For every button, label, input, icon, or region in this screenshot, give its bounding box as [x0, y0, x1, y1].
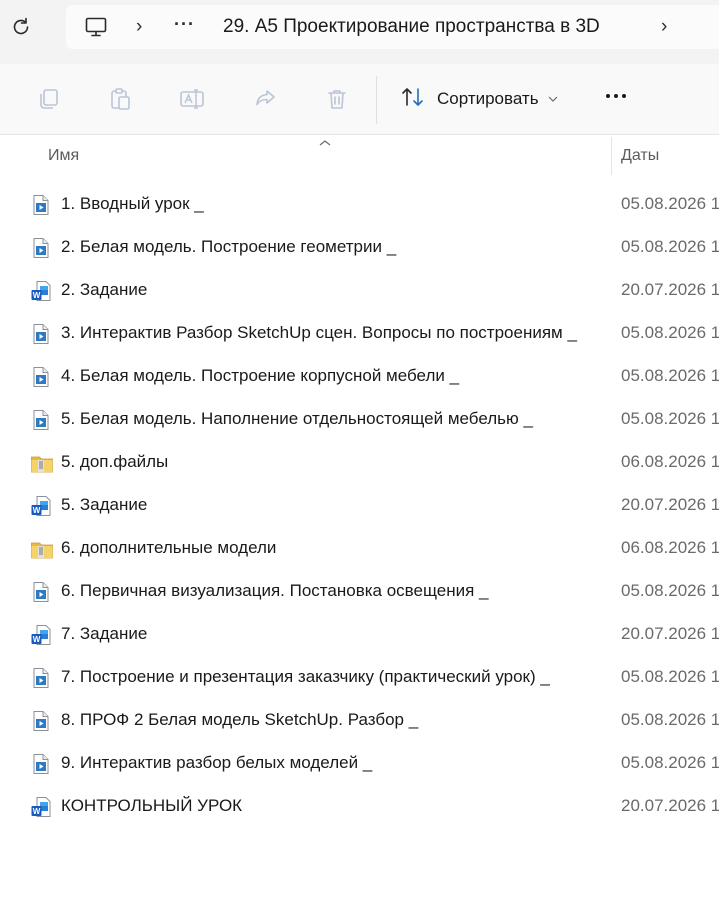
address-bar-area: › ··· 29. А5 Проектирование пространства… [0, 0, 719, 64]
more-options-icon[interactable] [606, 94, 626, 98]
address-bar[interactable]: › ··· 29. А5 Проектирование пространства… [66, 5, 719, 49]
file-name: 3. Интерактив Разбор SketchUp сцен. Вопр… [61, 323, 577, 342]
file-row[interactable]: 5. доп.файлы 06.08.2026 1 [0, 441, 719, 484]
sort-button-label: Сортировать [437, 89, 539, 108]
column-header-row: Имя Даты [0, 135, 719, 177]
file-date: 20.07.2026 1 [621, 495, 719, 514]
word-document-icon: W [30, 796, 52, 818]
sort-arrows-icon [400, 85, 426, 114]
file-name: КОНТРОЛЬНЫЙ УРОК [61, 796, 243, 815]
file-date: 05.08.2026 1 [621, 409, 719, 428]
file-row[interactable]: 8. ПРОФ 2 Белая модель SketchUp. Разбор … [0, 699, 719, 742]
zip-folder-icon [30, 452, 53, 474]
delete-icon[interactable] [324, 86, 350, 112]
video-file-icon [30, 194, 52, 216]
file-date: 06.08.2026 1 [621, 538, 719, 557]
file-name: 5. Задание [61, 495, 148, 514]
column-header-date[interactable]: Даты [621, 147, 659, 165]
video-file-icon [30, 409, 52, 431]
paste-icon[interactable] [107, 86, 133, 112]
file-date: 05.08.2026 1 [621, 366, 719, 385]
file-name: 4. Белая модель. Построение корпусной ме… [61, 366, 460, 385]
column-header-name[interactable]: Имя [48, 147, 79, 165]
video-file-icon [30, 753, 52, 775]
video-file-icon [30, 366, 52, 388]
file-name: 6. дополнительные модели [61, 538, 277, 557]
command-bar: Сортировать [0, 64, 719, 135]
file-date: 20.07.2026 1 [621, 796, 719, 815]
svg-text:W: W [33, 506, 41, 515]
word-document-icon: W [30, 280, 52, 302]
file-date: 05.08.2026 1 [621, 194, 719, 213]
video-file-icon [30, 710, 52, 732]
sort-button[interactable]: Сортировать [400, 86, 558, 112]
toolbar-divider [376, 76, 377, 124]
file-name: 2. Белая модель. Построение геометрии _ [61, 237, 397, 256]
word-document-icon: W [30, 495, 52, 517]
video-file-icon [30, 667, 52, 689]
file-row[interactable]: 2. Белая модель. Построение геометрии _ 0… [0, 226, 719, 269]
svg-text:W: W [33, 807, 41, 816]
file-row[interactable]: 5. Белая модель. Наполнение отдельностоя… [0, 398, 719, 441]
copy-icon[interactable] [36, 86, 62, 112]
file-date: 05.08.2026 1 [621, 667, 719, 686]
breadcrumb-chevron-icon[interactable]: › [661, 17, 675, 36]
file-date: 05.08.2026 1 [621, 581, 719, 600]
rename-icon[interactable] [179, 86, 205, 112]
file-row[interactable]: W 2. Задание 20.07.2026 1 [0, 269, 719, 312]
file-name: 8. ПРОФ 2 Белая модель SketchUp. Разбор … [61, 710, 419, 729]
file-name: 7. Построение и презентация заказчику (п… [61, 667, 550, 686]
chevron-down-icon [548, 90, 558, 108]
file-name: 1. Вводный урок _ [61, 194, 204, 213]
word-document-icon: W [30, 624, 52, 646]
column-divider[interactable] [611, 137, 612, 175]
file-name: 5. Белая модель. Наполнение отдельностоя… [61, 409, 533, 428]
file-row[interactable]: W 5. Задание 20.07.2026 1 [0, 484, 719, 527]
file-date: 20.07.2026 1 [621, 624, 719, 643]
file-date: 05.08.2026 1 [621, 237, 719, 256]
file-name: 5. доп.файлы [61, 452, 169, 471]
breadcrumb-current-folder[interactable]: 29. А5 Проектирование пространства в 3D [223, 16, 600, 38]
file-name: 6. Первичная визуализация. Постановка ос… [61, 581, 489, 600]
file-row[interactable]: W 7. Задание 20.07.2026 1 [0, 613, 719, 656]
svg-text:W: W [33, 635, 41, 644]
file-row[interactable]: 6. Первичная визуализация. Постановка ос… [0, 570, 719, 613]
file-name: 9. Интерактив разбор белых моделей _ [61, 753, 373, 772]
file-date: 20.07.2026 1 [621, 280, 719, 299]
this-pc-icon[interactable] [84, 15, 108, 39]
file-row[interactable]: 7. Построение и презентация заказчику (п… [0, 656, 719, 699]
file-row[interactable]: 9. Интерактив разбор белых моделей _ 05.0… [0, 742, 719, 785]
breadcrumb-chevron-icon[interactable]: › [136, 17, 150, 36]
share-icon[interactable] [252, 86, 278, 112]
video-file-icon [30, 323, 52, 345]
file-row[interactable]: 4. Белая модель. Построение корпусной ме… [0, 355, 719, 398]
breadcrumb-overflow-button[interactable]: ··· [174, 14, 195, 35]
file-row[interactable]: 6. дополнительные модели 06.08.2026 1 [0, 527, 719, 570]
file-row[interactable]: W КОНТРОЛЬНЫЙ УРОК 20.07.2026 1 [0, 785, 719, 828]
file-date: 05.08.2026 1 [621, 323, 719, 342]
file-date: 05.08.2026 1 [621, 753, 719, 772]
file-name: 7. Задание [61, 624, 148, 643]
file-row[interactable]: 1. Вводный урок _ 05.08.2026 1 [0, 183, 719, 226]
video-file-icon [30, 581, 52, 603]
file-date: 05.08.2026 1 [621, 710, 719, 729]
zip-folder-icon [30, 538, 53, 560]
video-file-icon [30, 237, 52, 259]
file-date: 06.08.2026 1 [621, 452, 719, 471]
sort-ascending-icon [318, 134, 332, 152]
refresh-icon[interactable] [8, 14, 34, 40]
file-name: 2. Задание [61, 280, 148, 299]
svg-text:W: W [33, 291, 41, 300]
file-row[interactable]: 3. Интерактив Разбор SketchUp сцен. Вопр… [0, 312, 719, 355]
